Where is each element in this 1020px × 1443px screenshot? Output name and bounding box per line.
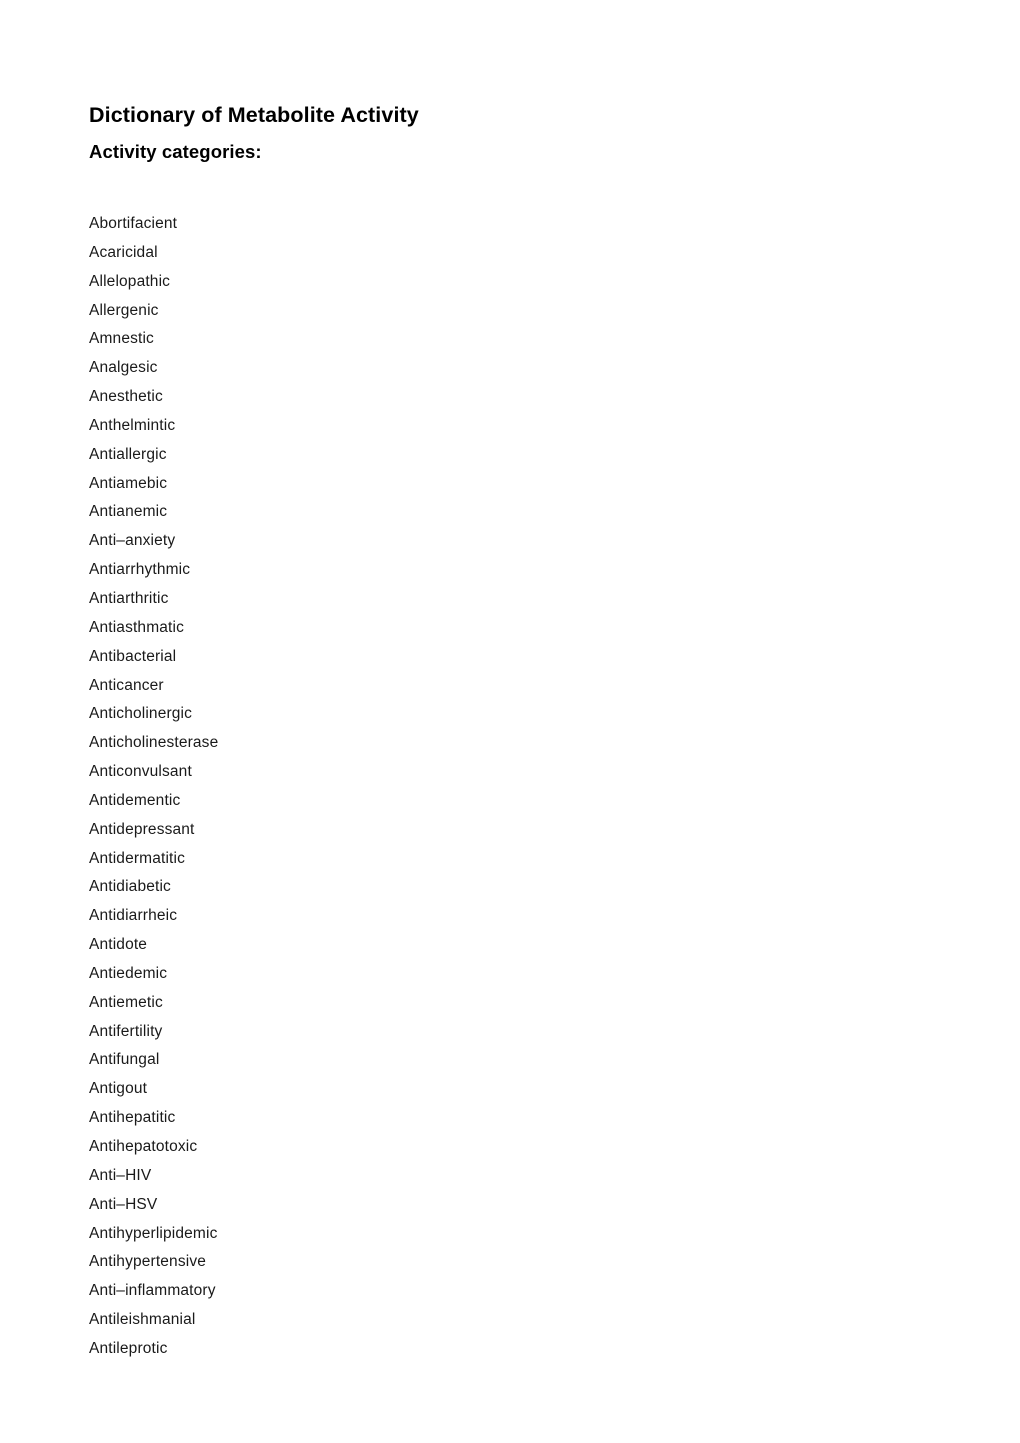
list-item: Anesthetic — [89, 388, 163, 406]
list-item: Antidiarrheic — [89, 907, 178, 925]
list-item: Antileishmanial — [89, 1311, 196, 1329]
list-item: Allergenic — [89, 301, 159, 319]
list-item: Antifungal — [89, 1051, 160, 1069]
list-item: Antihepatitic — [89, 1109, 176, 1127]
list-item: Abortifacient — [89, 215, 178, 232]
section-heading-activity-categories: Activity categories: — [89, 141, 262, 162]
list-item: Antileprotic — [89, 1339, 168, 1357]
list-item: Antihepatotoxic — [89, 1138, 198, 1155]
list-item: Antiasthmatic — [89, 618, 184, 636]
list-item: Anthelmintic — [89, 416, 176, 434]
list-item: Antidiabetic — [89, 878, 171, 896]
document-content: Dictionary of Metabolite Activity Activi… — [89, 100, 929, 1364]
list-item: Antidepressant — [89, 820, 195, 838]
list-item: Antiarrhythmic — [89, 561, 191, 579]
list-item: Antifertility — [89, 1022, 163, 1040]
list-item: Acaricidal — [89, 243, 158, 261]
list-item: Anticholinesterase — [89, 734, 219, 752]
list-item: Analgesic — [89, 359, 158, 377]
list-item: Antidementic — [89, 791, 181, 809]
list-item: Antianemic — [89, 503, 168, 521]
list-item: Anticonvulsant — [89, 763, 192, 781]
list-item: Antiallergic — [89, 445, 167, 463]
list-item: Allelopathic — [89, 272, 171, 290]
list-item: Anti–anxiety — [89, 532, 176, 550]
list-item: Anticholinergic — [89, 705, 193, 723]
list-item: Antiemetic — [89, 993, 163, 1011]
list-item: Anti–inflammatory — [89, 1282, 216, 1300]
list-item: Amnestic — [89, 330, 154, 348]
list-item: Antigout — [89, 1080, 148, 1098]
list-item: Antibacterial — [89, 647, 177, 665]
list-item: Anticancer — [89, 676, 164, 694]
document-page: Dictionary of Metabolite Activity Activi… — [0, 0, 1020, 1443]
list-item: Antihypertensive — [89, 1253, 206, 1271]
list-item: Anti–HIV — [89, 1166, 152, 1184]
list-item: Antiedemic — [89, 964, 168, 982]
list-item: Antiamebic — [89, 474, 168, 492]
list-item: Anti–HSV — [89, 1195, 158, 1213]
list-item: Antihyperlipidemic — [89, 1224, 218, 1242]
list-item: Antidote — [89, 936, 148, 954]
list-item: Antidermatitic — [89, 849, 185, 867]
list-item: Antiarthritic — [89, 589, 169, 607]
page-title: Dictionary of Metabolite Activity — [89, 103, 419, 127]
activity-category-list: Abortifacient Acaricidal Allelopathic Aller… — [89, 210, 929, 1364]
